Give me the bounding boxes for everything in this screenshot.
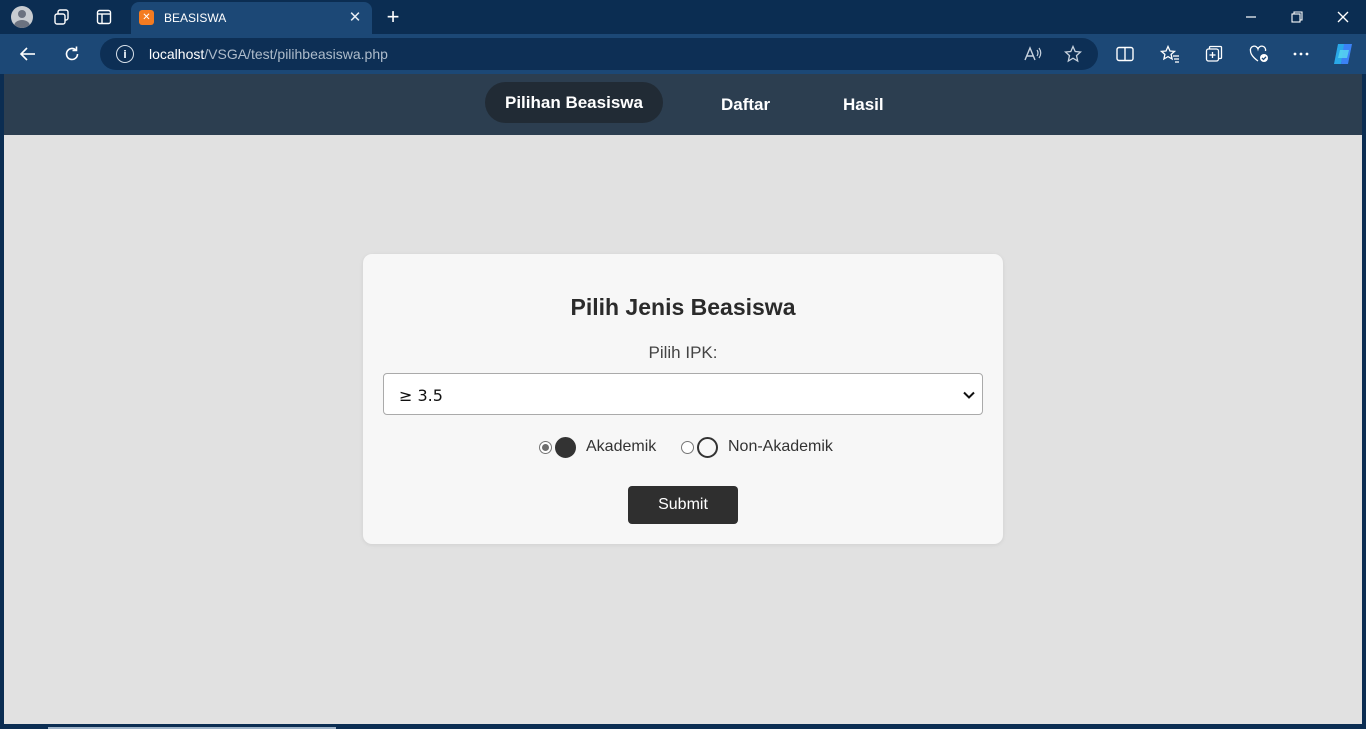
- close-tab-icon[interactable]: ✕: [346, 8, 364, 26]
- nav-link-daftar[interactable]: Daftar: [701, 84, 790, 125]
- ipk-selected-value: ≥ 3.5: [399, 386, 443, 405]
- address-bar[interactable]: i localhost/VSGA/test/pilihbeasiswa.php: [100, 38, 1098, 70]
- browser-toolbar: i localhost/VSGA/test/pilihbeasiswa.php: [0, 34, 1366, 74]
- xampp-favicon-icon: ✕: [139, 10, 154, 25]
- profile-avatar-icon[interactable]: [10, 5, 34, 29]
- page-viewport: Pilihan Beasiswa Daftar Hasil Pilih Jeni…: [4, 74, 1362, 724]
- radio-akademik-label[interactable]: Akademik: [586, 438, 656, 456]
- restore-icon[interactable]: [1285, 5, 1309, 29]
- site-info-icon[interactable]: i: [116, 45, 134, 63]
- read-aloud-icon[interactable]: [1023, 44, 1043, 64]
- copilot-icon[interactable]: [1330, 41, 1356, 67]
- radio-non-akademik[interactable]: Non-Akademik: [681, 436, 833, 458]
- reload-icon[interactable]: [60, 42, 84, 66]
- browser-tab-active[interactable]: ✕ BEASISWA ✕: [131, 2, 372, 34]
- radio-non-akademik-indicator[interactable]: [697, 436, 718, 458]
- nav-link-hasil[interactable]: Hasil: [823, 84, 904, 125]
- tab-actions-icon[interactable]: [92, 5, 116, 29]
- nav-link-pilihan-beasiswa[interactable]: Pilihan Beasiswa: [485, 82, 663, 123]
- ipk-select[interactable]: ≥ 3.5: [383, 373, 983, 415]
- close-window-icon[interactable]: [1331, 5, 1355, 29]
- address-url[interactable]: localhost/VSGA/test/pilihbeasiswa.php: [149, 46, 388, 62]
- url-host: localhost: [149, 46, 205, 62]
- browser-essentials-icon[interactable]: [1247, 42, 1271, 66]
- split-screen-icon[interactable]: [1113, 42, 1137, 66]
- browser-titlebar: ✕ BEASISWA ✕ +: [0, 0, 1366, 34]
- submit-button[interactable]: Submit: [628, 486, 738, 524]
- collections-icon[interactable]: [1202, 42, 1226, 66]
- new-tab-icon[interactable]: +: [381, 4, 405, 29]
- browser-bottom-edge: [0, 724, 1366, 729]
- radio-non-akademik-native[interactable]: [681, 440, 694, 454]
- favorites-icon[interactable]: [1158, 42, 1182, 66]
- chevron-down-icon: [963, 391, 975, 399]
- minimize-icon[interactable]: [1239, 5, 1263, 29]
- radio-akademik[interactable]: Akademik: [539, 436, 656, 458]
- more-options-icon[interactable]: [1289, 42, 1313, 66]
- url-path: /VSGA/test/pilihbeasiswa.php: [204, 46, 388, 62]
- form-title: Pilih Jenis Beasiswa: [570, 294, 796, 320]
- back-arrow-icon[interactable]: [16, 42, 40, 66]
- ipk-label: Pilih IPK:: [648, 343, 718, 362]
- tab-title: BEASISWA: [164, 11, 227, 25]
- favorite-star-icon[interactable]: [1063, 44, 1083, 64]
- scholarship-form-card: Pilih Jenis Beasiswa Pilih IPK: ≥ 3.5 Ak…: [363, 254, 1003, 544]
- radio-akademik-indicator[interactable]: [555, 436, 576, 458]
- site-navbar: Pilihan Beasiswa Daftar Hasil: [4, 74, 1362, 135]
- workspaces-icon[interactable]: [50, 5, 74, 29]
- radio-akademik-native[interactable]: [539, 440, 552, 454]
- radio-non-akademik-label[interactable]: Non-Akademik: [728, 438, 833, 456]
